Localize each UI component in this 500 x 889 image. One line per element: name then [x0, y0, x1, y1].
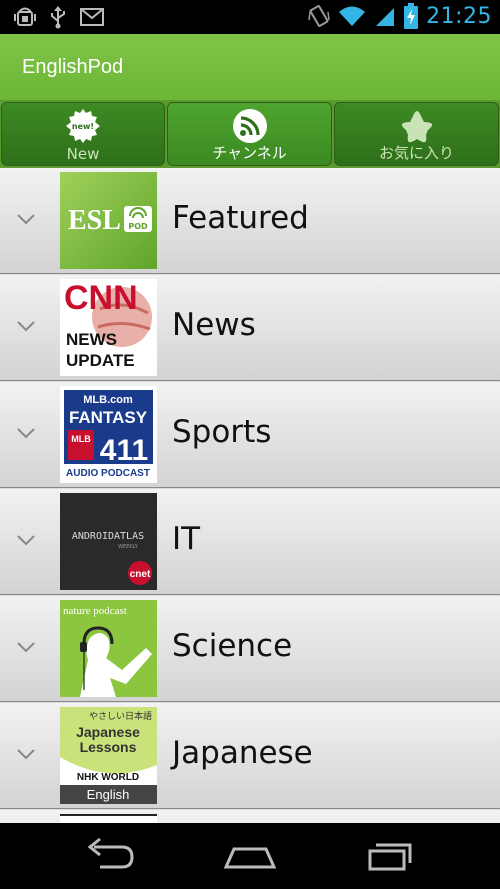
svg-text:English: English — [87, 787, 130, 802]
list-item[interactable] — [0, 810, 500, 823]
esl-pod-logo: ESL POD — [60, 172, 157, 269]
channel-label: Japanese — [172, 735, 313, 771]
wifi-icon — [339, 6, 366, 26]
navigation-bar — [0, 823, 500, 889]
svg-text:MLB: MLB — [71, 434, 91, 444]
vibrate-icon — [308, 5, 330, 27]
chevron-down-icon[interactable] — [16, 640, 36, 654]
svg-text:NEWS: NEWS — [66, 330, 117, 349]
svg-text:ANDROIDATLAS: ANDROIDATLAS — [72, 531, 144, 542]
chevron-down-icon[interactable] — [16, 319, 36, 333]
app-title: EnglishPod — [22, 56, 124, 78]
svg-text:UPDATE: UPDATE — [66, 351, 135, 370]
svg-text:cnet: cnet — [130, 569, 151, 580]
tab-label: お気に入り — [378, 144, 454, 162]
gmail-icon — [80, 8, 104, 26]
svg-text:WEEKLY: WEEKLY — [118, 544, 139, 550]
recent-apps-icon[interactable] — [360, 835, 420, 875]
channel-label: News — [172, 307, 256, 343]
action-bar: EnglishPod — [0, 34, 500, 100]
list-item[interactable]: ANDROIDATLAS WEEKLY cnet IT — [0, 489, 500, 595]
list-item[interactable]: やさしい日本語 Japanese Lessons NHK WORLD Engli… — [0, 703, 500, 809]
svg-text:POD: POD — [128, 222, 148, 231]
star-icon — [401, 111, 432, 143]
svg-text:FANTASY: FANTASY — [69, 408, 148, 427]
svg-text:nature podcast: nature podcast — [63, 605, 127, 617]
channel-list[interactable]: ESL POD Featured CNN NEWS UPDATE News ML… — [0, 168, 500, 823]
new-badge-icon: new! — [66, 109, 100, 143]
channel-label: IT — [172, 521, 201, 557]
list-item[interactable]: MLB.com FANTASY MLB 411 AUDIO PODCAST Sp… — [0, 382, 500, 488]
home-icon[interactable] — [220, 835, 280, 875]
chevron-down-icon[interactable] — [16, 533, 36, 547]
rss-icon — [232, 109, 267, 143]
chevron-down-icon[interactable] — [16, 212, 36, 226]
list-item[interactable]: ESL POD Featured — [0, 168, 500, 274]
svg-text:CNN: CNN — [64, 279, 138, 317]
tab-label: New — [66, 145, 100, 163]
android-atlas-logo: ANDROIDATLAS WEEKLY cnet — [60, 493, 157, 590]
svg-text:new!: new! — [72, 122, 94, 131]
usb-icon — [51, 6, 65, 29]
signal-icon — [376, 8, 395, 26]
channel-label: Science — [172, 628, 293, 664]
android-debug-icon — [14, 7, 36, 26]
channel-label: Featured — [172, 200, 309, 236]
battery-charging-icon — [404, 3, 419, 29]
chevron-down-icon[interactable] — [16, 426, 36, 440]
tab-label: チャンネル — [212, 144, 287, 162]
list-item[interactable]: nature podcast Science — [0, 596, 500, 702]
svg-text:Japanese: Japanese — [76, 724, 140, 740]
svg-text:Lessons: Lessons — [80, 739, 137, 755]
svg-text:NHK WORLD: NHK WORLD — [77, 772, 139, 783]
svg-text:411: 411 — [100, 434, 148, 467]
tab-bar: new! New チャンネル お気に入り — [0, 100, 500, 168]
svg-text:ESL: ESL — [68, 205, 121, 236]
back-icon[interactable] — [80, 835, 140, 875]
status-bar: 21:25 — [0, 0, 500, 34]
tab-channels[interactable]: チャンネル — [167, 102, 332, 166]
nature-podcast-logo: nature podcast — [60, 600, 157, 697]
chevron-down-icon[interactable] — [16, 747, 36, 761]
svg-text:やさしい日本語: やさしい日本語 — [89, 710, 152, 722]
partial-thumb — [60, 814, 157, 823]
nhk-japanese-lessons-logo: やさしい日本語 Japanese Lessons NHK WORLD Engli… — [60, 707, 157, 804]
svg-text:AUDIO PODCAST: AUDIO PODCAST — [66, 468, 150, 479]
svg-text:MLB.com: MLB.com — [83, 394, 133, 406]
mlb-fantasy-411-logo: MLB.com FANTASY MLB 411 AUDIO PODCAST — [60, 386, 157, 483]
tab-new[interactable]: new! New — [1, 102, 165, 166]
cnn-news-update-logo: CNN NEWS UPDATE — [60, 279, 157, 376]
tab-favorites[interactable]: お気に入り — [334, 102, 499, 166]
channel-label: Sports — [172, 414, 272, 450]
list-item[interactable]: CNN NEWS UPDATE News — [0, 275, 500, 381]
clock: 21:25 — [426, 3, 492, 29]
